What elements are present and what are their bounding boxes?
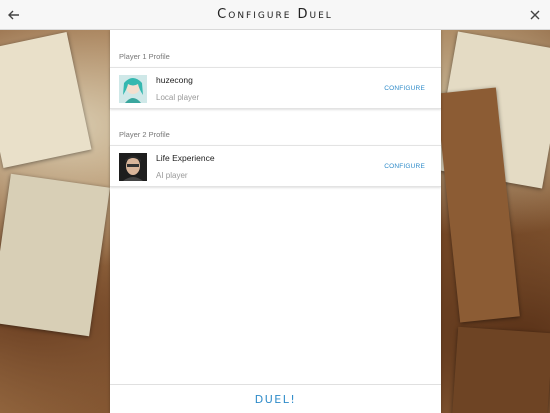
duel-button-label: DUEL! [254, 392, 297, 406]
player2-card[interactable]: Life Experience AI player CONFIGURE [110, 145, 441, 187]
player1-name: huzecong [156, 75, 193, 85]
player1-avatar [119, 75, 147, 103]
player1-role: Local player [156, 93, 200, 102]
arrow-left-icon[interactable] [6, 7, 22, 23]
player1-configure-button[interactable]: CONFIGURE [384, 85, 425, 92]
page-title: Configure Duel [217, 7, 333, 22]
player2-name: Life Experience [156, 153, 215, 163]
player1-card[interactable]: huzecong Local player CONFIGURE [110, 67, 441, 109]
background-photo-left-bottom [0, 173, 110, 337]
player2-section-label: Player 2 Profile [119, 130, 170, 139]
player2-configure-button[interactable]: CONFIGURE [384, 163, 425, 170]
player2-role: AI player [156, 171, 188, 180]
configure-panel: Player 1 Profile huzecong Local player C… [110, 30, 441, 413]
player1-section-label: Player 1 Profile [119, 52, 170, 61]
player2-avatar [119, 153, 147, 181]
close-icon[interactable] [528, 8, 542, 22]
background-book-right-bottom [451, 326, 550, 413]
duel-button[interactable]: DUEL! [110, 384, 441, 413]
title-bar: Configure Duel [0, 0, 550, 30]
background-photo-left-top [0, 31, 92, 169]
